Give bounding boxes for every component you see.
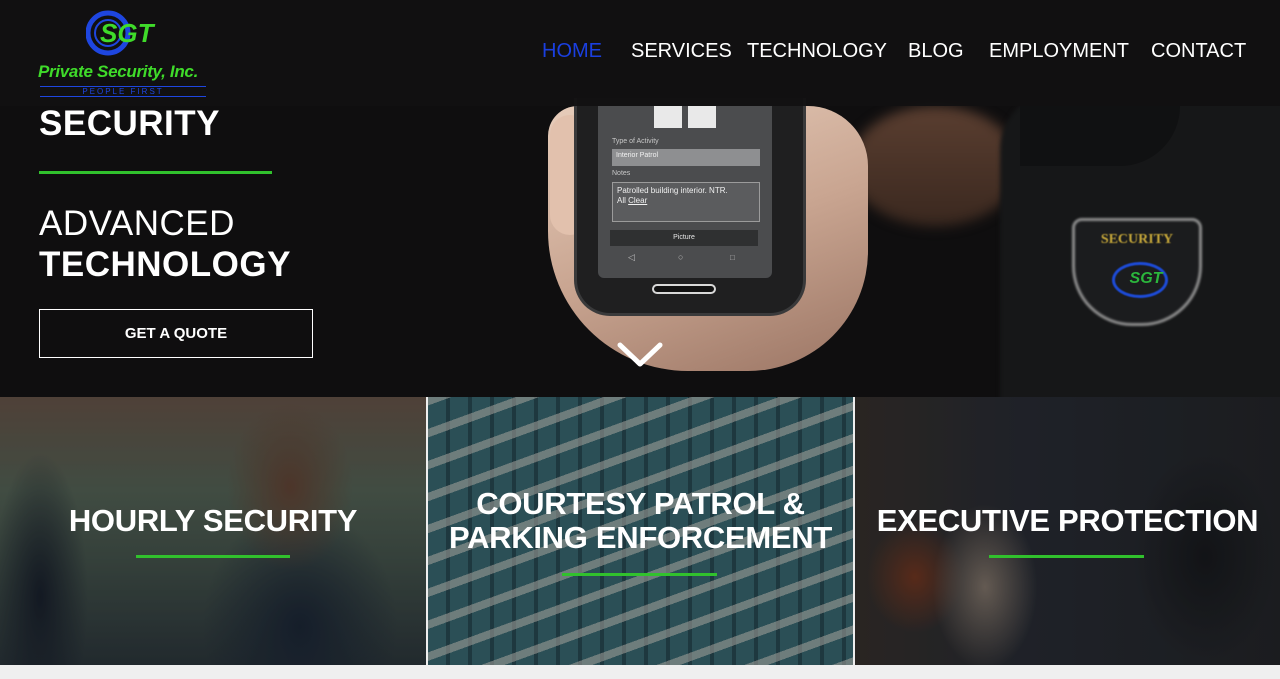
chevron-down-icon[interactable] (617, 340, 663, 370)
hero-title-advanced: ADVANCED (39, 204, 235, 243)
back-icon: ◁ (628, 252, 635, 262)
hero-title-security: SECURITY (39, 104, 220, 143)
nav-blog[interactable]: BLOG (908, 40, 964, 63)
site-header: SGT Private Security, Inc. PEOPLE FIRST … (0, 0, 1280, 106)
service-title: COURTESY PATROL & PARKING ENFORCEMENT (449, 486, 832, 555)
service-title: HOURLY SECURITY (68, 503, 358, 538)
service-tile-executive-protection[interactable]: EXECUTIVE PROTECTION (855, 397, 1280, 665)
nav-contact[interactable]: CONTACT (1151, 40, 1246, 63)
recents-icon: □ (730, 253, 735, 262)
picture-button: Picture (610, 230, 758, 246)
nav-technology[interactable]: TECHNOLOGY (747, 40, 887, 63)
phone-screen: Type of Activity Interior Patrol Notes P… (598, 106, 772, 278)
home-circle-icon: ○ (678, 252, 684, 262)
nav-home[interactable]: HOME (542, 40, 602, 63)
main-nav: HOME SERVICES TECHNOLOGY BLOG EMPLOYMENT… (0, 40, 1280, 66)
hero-divider (39, 171, 272, 174)
service-tile-hourly-security[interactable]: HOURLY SECURITY (0, 397, 426, 665)
service-divider (136, 555, 290, 558)
notes-field: Patrolled building interior. NTR. All Cl… (612, 182, 760, 222)
patch-logo-text: SGT (1129, 270, 1163, 287)
get-a-quote-button[interactable]: GET A QUOTE (39, 309, 313, 358)
patch-title: SECURITY (1100, 232, 1174, 247)
nav-employment[interactable]: EMPLOYMENT (989, 40, 1129, 63)
service-divider (989, 555, 1144, 558)
service-title: EXECUTIVE PROTECTION (876, 503, 1259, 538)
service-divider (562, 573, 717, 576)
services-tiles: HOURLY SECURITY COURTESY PATROL & PARKIN… (0, 397, 1280, 665)
logo-tagline: PEOPLE FIRST (40, 86, 206, 97)
nav-services[interactable]: SERVICES (631, 40, 732, 63)
guard-neck (850, 106, 1020, 226)
page-bottom-strip (0, 665, 1280, 679)
hero-title-technology: TECHNOLOGY (39, 245, 291, 284)
service-tile-courtesy-patrol[interactable]: COURTESY PATROL & PARKING ENFORCEMENT (428, 397, 853, 665)
